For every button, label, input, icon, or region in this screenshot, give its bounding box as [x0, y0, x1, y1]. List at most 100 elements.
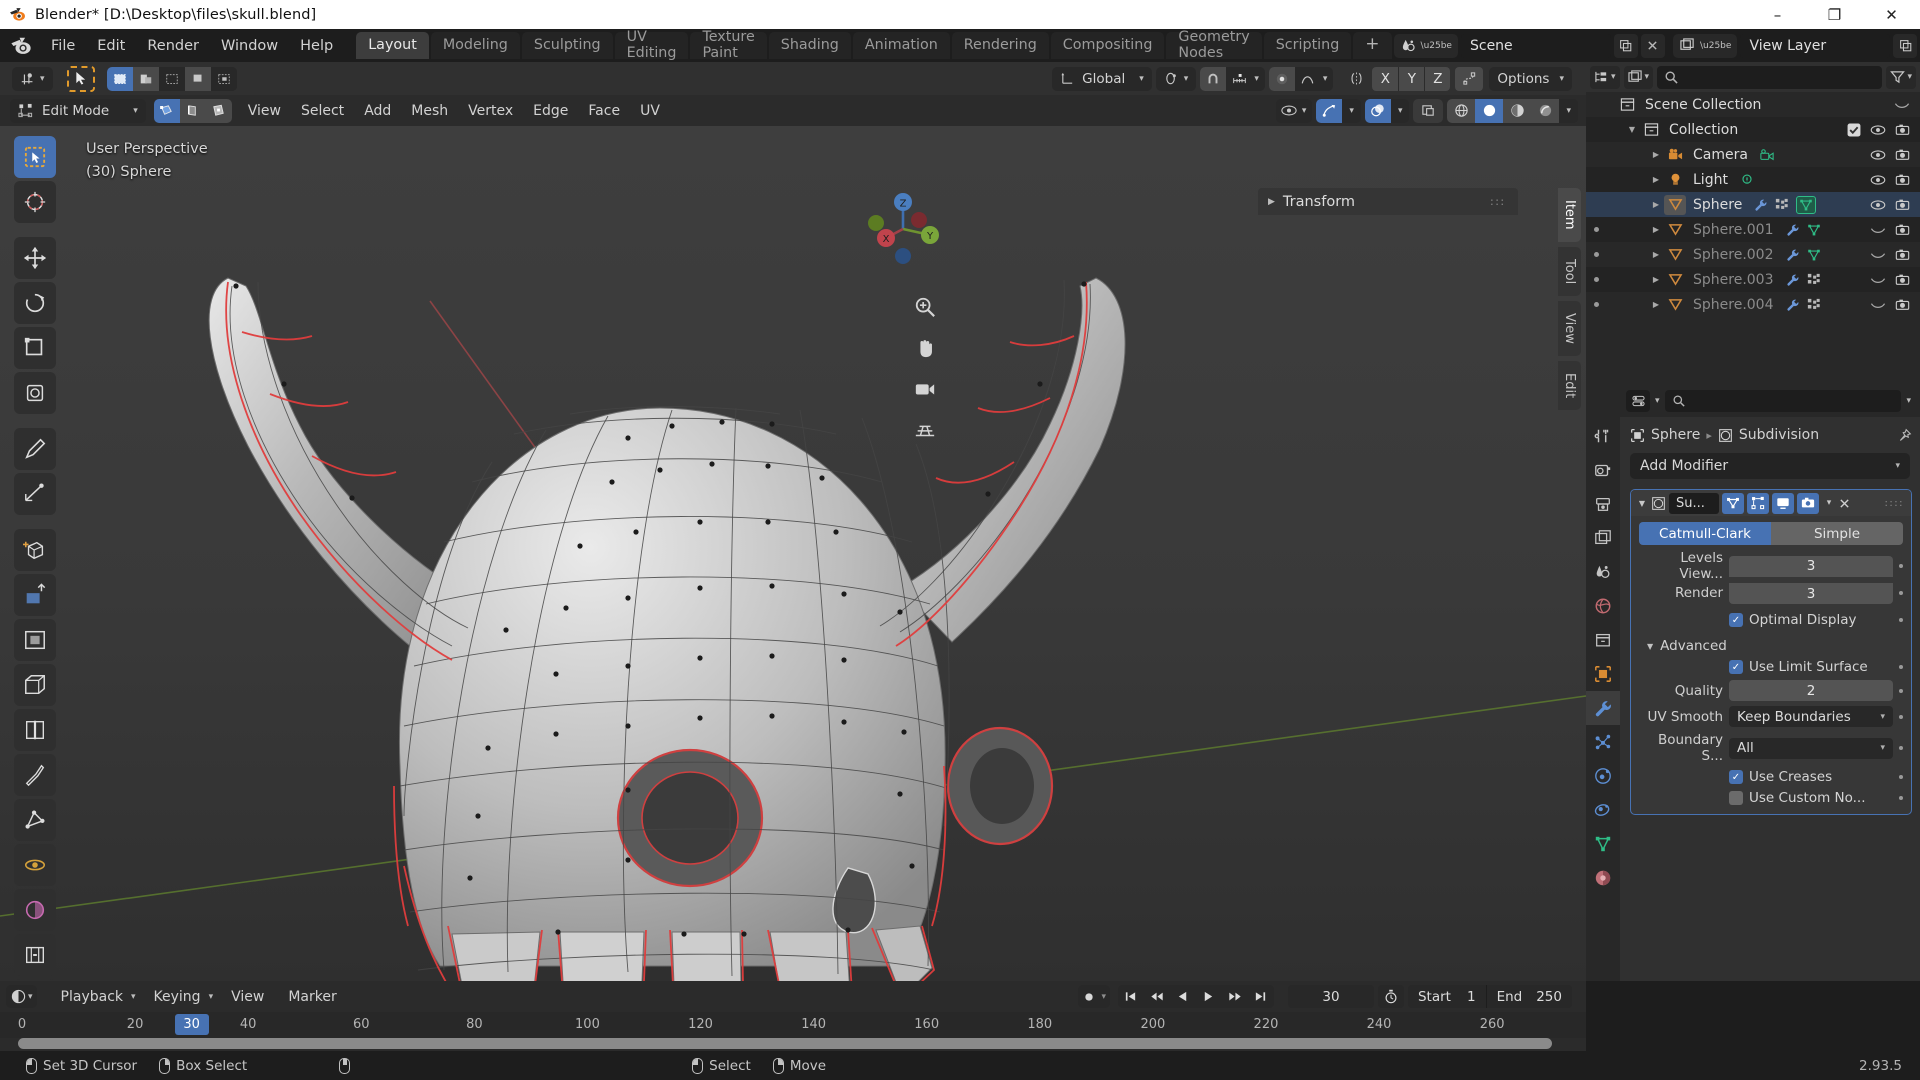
inset-faces-tool[interactable]	[14, 619, 56, 661]
properties-tab-collection[interactable]	[1586, 623, 1620, 657]
mesh-data-green-icon[interactable]	[1807, 223, 1821, 237]
new-scene-button[interactable]	[1613, 33, 1638, 58]
smooth-tool[interactable]	[14, 889, 56, 931]
render-visibility-camera-icon[interactable]	[1895, 148, 1910, 161]
current-frame-field[interactable]: 30	[1287, 985, 1374, 1008]
quality-field[interactable]: 2	[1729, 680, 1893, 701]
properties-tab-render[interactable]	[1586, 453, 1620, 487]
spin-tool[interactable]	[14, 844, 56, 886]
outliner-row-label[interactable]: Camera	[1693, 147, 1748, 163]
animate-property-dot[interactable]	[1899, 564, 1903, 568]
animate-property-dot[interactable]	[1899, 746, 1903, 750]
catmull-clark-button[interactable]: Catmull-Clark	[1639, 522, 1771, 545]
gizmo-icon[interactable]	[1316, 98, 1343, 123]
xray-icon[interactable]	[1413, 98, 1444, 123]
perspective-ortho-icon[interactable]	[912, 417, 938, 443]
timeline-menu-playback[interactable]: Playback	[51, 985, 133, 1009]
measure-tool[interactable]	[14, 473, 56, 515]
sidebar-tab-edit[interactable]: Edit	[1558, 360, 1581, 410]
face-select-icon[interactable]	[205, 98, 232, 123]
levels-viewport-field[interactable]: 3	[1729, 555, 1893, 577]
rendered-shading-icon[interactable]	[1531, 98, 1560, 123]
close-icon[interactable]	[1839, 498, 1855, 509]
outliner-row-label[interactable]: Sphere.004	[1693, 297, 1774, 313]
next-keyframe-icon[interactable]	[1221, 985, 1248, 1008]
remove-scene-button[interactable]	[1640, 33, 1665, 58]
jump-end-icon[interactable]	[1247, 985, 1274, 1008]
tab-uv-editing[interactable]: UV Editing	[614, 29, 689, 61]
edit-mode-icon[interactable]	[1747, 492, 1769, 514]
timeline-ruler[interactable]: 0 20 40 60 80 100 120 140 160 180 200 220 240 260 30	[0, 1012, 1586, 1038]
outliner-expand-triangle[interactable]: ▶	[1648, 150, 1664, 159]
timeline-editor-type-selector[interactable]: ▾	[6, 985, 37, 1008]
proportional-edit-icon[interactable]	[1268, 66, 1295, 91]
outliner-row[interactable]: ▶ Sphere.002	[1586, 242, 1920, 267]
camera-view-icon[interactable]	[912, 376, 938, 402]
tab-layout[interactable]: Layout	[356, 32, 429, 59]
view-layer-name-field[interactable]: View Layer	[1740, 33, 1891, 58]
grip-icon[interactable]: :::	[1490, 196, 1508, 207]
stopwatch-icon[interactable]	[1377, 985, 1404, 1008]
viewport-menu-uv[interactable]: UV	[630, 99, 670, 123]
camera-data-green-icon[interactable]	[1760, 148, 1774, 162]
render-visibility-camera-icon[interactable]	[1895, 273, 1910, 286]
eye-visible-icon[interactable]	[1870, 149, 1886, 161]
eye-visible-icon[interactable]	[1870, 124, 1886, 136]
mirror-icon[interactable]	[1343, 67, 1369, 91]
outliner-row[interactable]: ▶ Light	[1586, 167, 1920, 192]
mirror-z-button[interactable]: Z	[1424, 66, 1451, 91]
eye-hidden-icon[interactable]	[1894, 99, 1910, 111]
play-reverse-icon[interactable]	[1169, 985, 1196, 1008]
overlays-icon[interactable]	[1364, 98, 1391, 123]
monitor-icon[interactable]	[1772, 492, 1794, 514]
animate-property-dot[interactable]	[1899, 591, 1903, 595]
menu-render[interactable]: Render	[136, 35, 210, 57]
options-button[interactable]: Options ▾	[1489, 66, 1572, 91]
outliner-row[interactable]: ▶ Sphere	[1586, 192, 1920, 217]
eye-icon[interactable]	[1276, 99, 1302, 123]
tab-rendering[interactable]: Rendering	[951, 32, 1049, 59]
modifier-name-field[interactable]: Su...	[1669, 492, 1719, 514]
material-shading-icon[interactable]	[1503, 98, 1532, 123]
on-cage-icon[interactable]	[1722, 492, 1744, 514]
eye-hidden-icon[interactable]	[1870, 299, 1886, 311]
properties-tab-material[interactable]	[1586, 861, 1620, 895]
add-modifier-button[interactable]: Add Modifier ▾	[1630, 453, 1910, 479]
menu-help[interactable]: Help	[289, 35, 344, 57]
magnet-icon[interactable]	[1200, 66, 1227, 91]
menu-file[interactable]: File	[40, 35, 86, 57]
outliner-expand-triangle[interactable]: ▶	[1648, 300, 1664, 309]
properties-editor-type-selector[interactable]	[1626, 390, 1650, 412]
properties-tab-view-layer[interactable]	[1586, 521, 1620, 555]
simple-button[interactable]: Simple	[1771, 522, 1903, 545]
snap-increment-icon[interactable]	[1226, 67, 1252, 91]
select-invert-icon[interactable]	[184, 66, 211, 91]
sidebar-tab-item[interactable]: Item	[1558, 188, 1581, 242]
tab-sculpting[interactable]: Sculpting	[521, 32, 613, 59]
outliner-row-label[interactable]: Scene Collection	[1645, 97, 1761, 113]
viewport-menu-vertex[interactable]: Vertex	[458, 99, 523, 123]
maximize-button[interactable]: ❐	[1806, 0, 1863, 29]
camera-icon[interactable]	[1797, 492, 1819, 514]
frame-start-field[interactable]: Start 1	[1408, 985, 1486, 1008]
scene-name-field[interactable]: Scene	[1460, 33, 1611, 58]
sidebar-tab-tool[interactable]: Tool	[1558, 246, 1581, 296]
viewport-menu-view[interactable]: View	[238, 99, 291, 123]
outliner-row[interactable]: ▼ Collection	[1586, 117, 1920, 142]
eye-hidden-icon[interactable]	[1870, 274, 1886, 286]
transform-orientation-selector[interactable]: Global ▾	[1052, 66, 1152, 91]
viewport-menu-select[interactable]: Select	[291, 99, 354, 123]
pivot-point-selector[interactable]: ▾	[1155, 66, 1197, 91]
boundary-smooth-dropdown[interactable]: All ▾	[1729, 737, 1893, 759]
timeline-menu-marker[interactable]: Marker	[278, 985, 346, 1009]
wrench-modifier-icon[interactable]	[1786, 248, 1800, 262]
grip-icon[interactable]: ::::	[1885, 498, 1906, 508]
blender-app-icon[interactable]	[10, 35, 32, 57]
vertex-group-icon[interactable]	[1807, 298, 1821, 312]
properties-tab-world[interactable]	[1586, 589, 1620, 623]
outliner-expand-triangle[interactable]: ▶	[1648, 200, 1664, 209]
cursor-tool[interactable]	[14, 181, 56, 223]
select-intersect-icon[interactable]	[210, 66, 237, 91]
zoom-icon[interactable]	[912, 294, 938, 320]
outliner-restrict-dot[interactable]	[1594, 302, 1599, 307]
